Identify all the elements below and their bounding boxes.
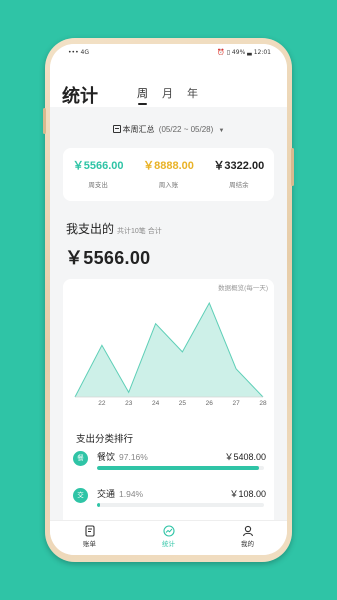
volume-button [43,108,46,134]
rank-bar-fill [97,503,101,507]
chart-tick-label: 27 [233,400,241,407]
header: 统计 周 月 年 [50,62,287,107]
nav-label-stats: 统计 [162,541,175,548]
rank-category: 交通 [97,489,116,499]
spend-note: 共计10笔 合计 [117,228,162,235]
daily-expense-chart: 22 23 24 25 26 27 28 [74,301,267,407]
rank-bar [97,503,264,507]
period-tabs: 周 月 年 [137,85,198,105]
tab-year[interactable]: 年 [187,85,198,105]
bill-icon [84,525,95,537]
status-left: ••• 4G [68,49,89,56]
transport-icon: 交 [73,488,88,503]
range-label: 本周汇总 [122,125,155,134]
chart-tick-label: 25 [179,400,187,407]
range-dates: (05/22 ~ 05/28) [158,125,214,134]
stat-balance: ￥3322.00 周结余 [204,148,274,201]
status-bar: ••• 4G ⏰ ▯ 49% ▃ 12:01 [50,44,287,62]
rank-name: 餐饮 97.16% [97,450,148,463]
rank-amount: ￥5408.00 [224,452,266,462]
rank-bar [97,466,264,470]
summary-card: ￥5566.00 周支出 ￥8888.00 周入账 ￥3322.00 周结余 [63,148,274,201]
tab-month[interactable]: 月 [162,85,173,105]
rank-name: 交通 1.94% [97,487,143,500]
chevron-down-icon: ▼ [218,128,225,134]
chart-tick-label: 22 [98,400,106,407]
rank-title: 支出分类排行 [76,434,134,445]
page-title: 统计 [62,86,98,106]
spend-title: 我支出的 [66,222,115,236]
rank-percent: 97.16% [119,452,148,462]
nav-item-profile[interactable]: 我的 [208,521,287,555]
nav-item-stats[interactable]: 统计 [129,521,208,555]
rank-row[interactable]: 交 交通 1.94% ￥108.00 [73,484,266,514]
chart-area [75,303,263,397]
phone-frame: ••• 4G ⏰ ▯ 49% ▃ 12:01 统计 周 月 年 本周汇总 (05… [43,38,294,562]
stat-income-value: ￥8888.00 [143,160,194,172]
stat-expense: ￥5566.00 周支出 [63,148,133,201]
stat-expense-value: ￥5566.00 [72,160,124,172]
stat-balance-label: 周结余 [229,182,249,189]
rank-percent: 1.94% [119,489,144,499]
food-icon: 餐 [73,451,88,466]
chart-card: 数据概览(每一天) 22 23 24 25 26 27 28 支出分类排行 餐 餐饮 97.1… [63,279,274,529]
nav-label-profile: 我的 [241,541,254,548]
power-button [291,148,294,186]
tab-week[interactable]: 周 [137,85,148,105]
profile-icon [242,525,253,537]
stat-income-label: 周入账 [158,182,179,189]
chart-tick-label: 26 [206,400,214,407]
bottom-nav: 账单 统计 我的 [50,520,287,555]
calendar-icon [112,125,121,133]
stat-expense-label: 周支出 [88,182,108,189]
rank-bar-fill [97,466,260,470]
nav-label-bill: 账单 [83,541,96,548]
chart-tick-label: 28 [259,400,267,407]
stats-icon [162,525,175,537]
screen: ••• 4G ⏰ ▯ 49% ▃ 12:01 统计 周 月 年 本周汇总 (05… [50,44,287,555]
chart-tick-label: 24 [152,400,160,407]
stat-income: ￥8888.00 周入账 [133,148,203,201]
spend-amount: ￥5566.00 [65,248,151,268]
chart-tick-label: 23 [125,400,133,407]
nav-item-bill[interactable]: 账单 [50,521,129,555]
date-range-selector[interactable]: 本周汇总 (05/22 ~ 05/28) ▼ [50,124,287,135]
rank-row[interactable]: 餐 餐饮 97.16% ￥5408.00 [73,447,266,477]
status-right: ⏰ ▯ 49% ▃ 12:01 [217,49,271,56]
stat-balance-value: ￥3322.00 [213,160,265,172]
rank-amount: ￥108.00 [229,489,266,499]
rank-category: 餐饮 [97,452,116,462]
spend-heading: 我支出的 共计10笔 合计 [66,220,162,237]
